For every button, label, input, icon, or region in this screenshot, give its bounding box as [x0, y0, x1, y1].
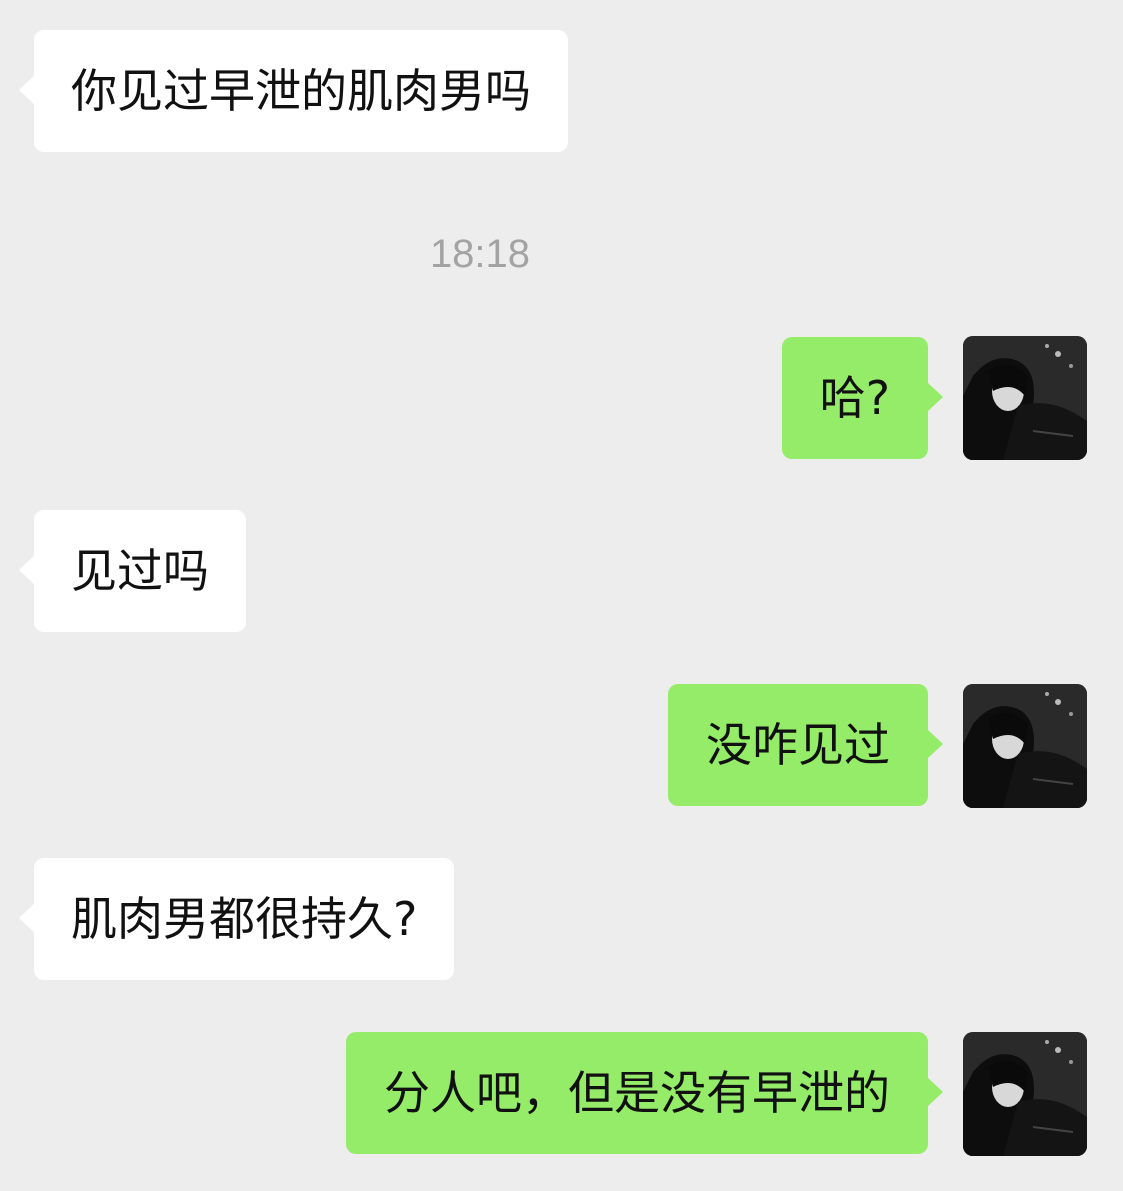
- message-bubble-outgoing[interactable]: 哈?: [781, 337, 944, 459]
- message-text: 哈?: [819, 371, 890, 425]
- message-text: 见过吗: [71, 544, 209, 598]
- user-avatar[interactable]: [963, 1032, 1087, 1156]
- message-text: 肌肉男都很持久?: [71, 892, 418, 946]
- message-bubble-incoming[interactable]: 肌肉男都很持久?: [18, 858, 455, 980]
- avatar-photo-icon: [963, 1032, 1087, 1156]
- message-bubble-incoming[interactable]: 你见过早泄的肌肉男吗: [19, 30, 568, 152]
- avatar-photo-icon: [963, 336, 1087, 460]
- message-text: 分人吧，但是没有早泄的: [384, 1066, 890, 1120]
- chat-conversation: 你见过早泄的肌肉男吗 18:18 哈? 见过吗 没咋见过 肌肉男都很持久? 分人…: [0, 0, 1123, 1191]
- message-text: 没咋见过: [706, 718, 890, 772]
- user-avatar[interactable]: [963, 684, 1087, 808]
- message-text: 你见过早泄的肌肉男吗: [71, 64, 531, 118]
- message-bubble-outgoing[interactable]: 分人吧，但是没有早泄的: [346, 1032, 943, 1154]
- message-bubble-outgoing[interactable]: 没咋见过: [668, 684, 943, 806]
- avatar-photo-icon: [963, 684, 1087, 808]
- user-avatar[interactable]: [963, 336, 1087, 460]
- message-bubble-incoming[interactable]: 见过吗: [19, 510, 246, 632]
- message-timestamp: 18:18: [429, 232, 531, 276]
